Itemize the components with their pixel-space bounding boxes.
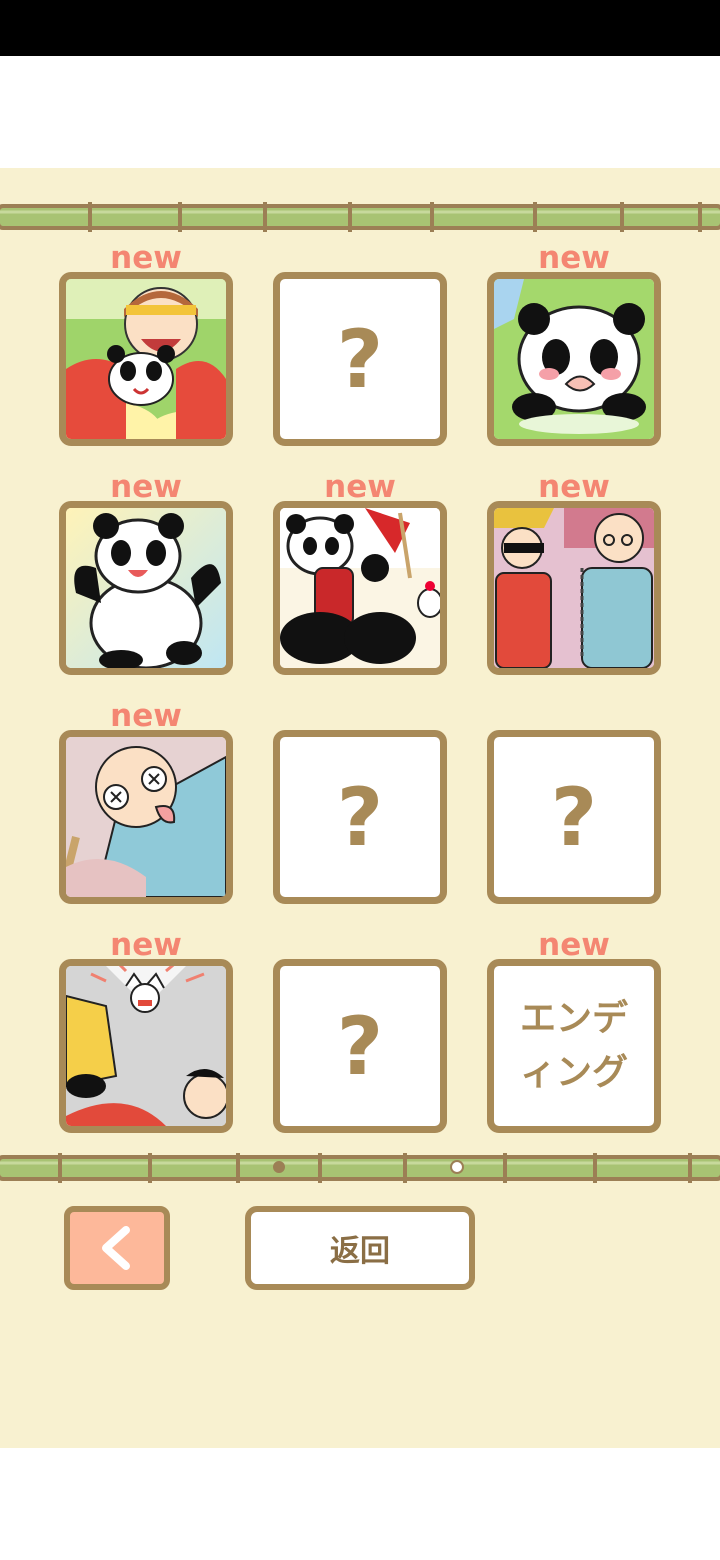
ending-label-line2: ィング xyxy=(519,1052,628,1093)
illustration-thumbnail xyxy=(273,501,447,675)
ending-label: エンデ ィング xyxy=(494,966,654,1126)
gallery-panel: new ? new new new new new ? ? new ? new … xyxy=(0,168,720,1448)
gallery-item-10[interactable]: new xyxy=(59,928,233,1133)
new-badge: new xyxy=(538,240,610,276)
illustration-thumbnail xyxy=(59,272,233,446)
gallery-item-11-locked[interactable]: ? xyxy=(273,959,447,1133)
locked-question-mark: ? xyxy=(550,770,598,864)
page-dot-1[interactable] xyxy=(273,1161,285,1173)
gallery-item-5[interactable]: new xyxy=(273,470,447,675)
new-badge: new xyxy=(538,927,610,963)
bamboo-divider-top xyxy=(0,202,720,232)
illustration-thumbnail xyxy=(59,730,233,904)
gallery-item-2-locked[interactable]: ? xyxy=(273,272,447,446)
new-badge: new xyxy=(110,469,182,505)
return-button-label: 返回 xyxy=(330,1234,390,1269)
locked-card: ? xyxy=(273,272,447,446)
locked-card: ? xyxy=(273,730,447,904)
status-bar xyxy=(0,0,720,56)
bamboo-divider-bottom xyxy=(0,1153,720,1183)
illustration-thumbnail xyxy=(487,501,661,675)
page-dot-2-active[interactable] xyxy=(450,1160,464,1174)
gallery-item-1[interactable]: new xyxy=(59,241,233,446)
locked-question-mark: ? xyxy=(336,999,384,1093)
return-button[interactable]: 返回 xyxy=(245,1206,475,1290)
gallery-item-6[interactable]: new xyxy=(487,470,661,675)
locked-card: ? xyxy=(487,730,661,904)
gallery-item-7[interactable]: new xyxy=(59,699,233,904)
new-badge: new xyxy=(110,698,182,734)
locked-card: ? xyxy=(273,959,447,1133)
ending-label-line1: エンデ xyxy=(519,998,628,1039)
gallery-item-8-locked[interactable]: ? xyxy=(273,730,447,904)
locked-question-mark: ? xyxy=(336,770,384,864)
gallery-item-4[interactable]: new xyxy=(59,470,233,675)
new-badge: new xyxy=(324,469,396,505)
new-badge: new xyxy=(538,469,610,505)
illustration-thumbnail xyxy=(487,272,661,446)
gallery-item-9-locked[interactable]: ? xyxy=(487,730,661,904)
ending-card: エンデ ィング xyxy=(487,959,661,1133)
back-button[interactable] xyxy=(64,1206,170,1290)
new-badge: new xyxy=(110,927,182,963)
illustration-thumbnail xyxy=(59,501,233,675)
locked-question-mark: ? xyxy=(336,312,384,406)
gallery-item-ending[interactable]: new エンディング xyxy=(487,928,661,1133)
gallery-item-3[interactable]: new xyxy=(487,241,661,446)
chevron-left-icon xyxy=(102,1226,130,1270)
illustration-thumbnail xyxy=(59,959,233,1133)
new-badge: new xyxy=(110,240,182,276)
